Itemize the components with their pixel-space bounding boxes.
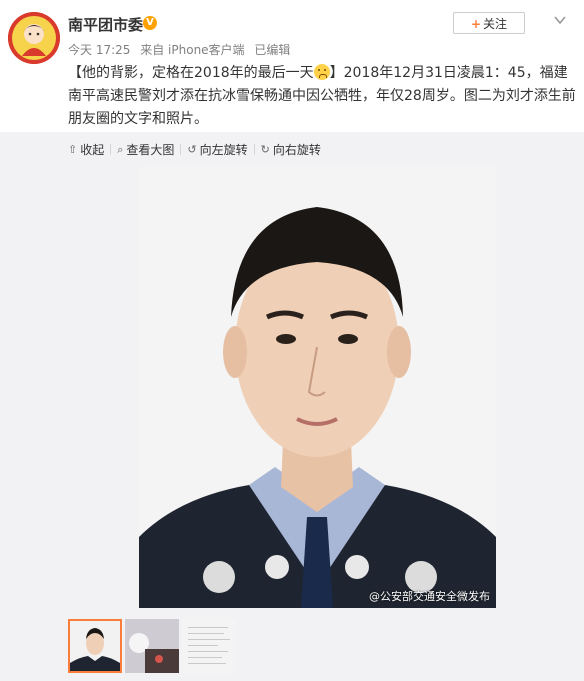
rotate-left-icon: ↺ <box>187 143 197 156</box>
thumbnail-3[interactable] <box>182 619 236 673</box>
search-icon: ⌕ <box>117 142 124 156</box>
post-time[interactable]: 今天 17:25 <box>68 43 130 57</box>
chevron-down-icon[interactable] <box>553 13 567 27</box>
follow-label: 关注 <box>483 17 508 31</box>
user-avatar[interactable] <box>8 12 60 64</box>
thumbnail-night-image <box>125 619 179 673</box>
text-line <box>188 633 224 634</box>
post-source[interactable]: 来自 iPhone客户端 <box>140 43 244 57</box>
post-meta: 今天 17:25 来自 iPhone客户端 已编辑 <box>68 41 296 58</box>
avatar-illustration <box>8 12 60 64</box>
weibo-post: 南平团市委 V 今天 17:25 来自 iPhone客户端 已编辑 + 关注 【他… <box>0 0 584 681</box>
follow-button[interactable]: + 关注 <box>453 12 525 34</box>
text-line <box>188 639 230 640</box>
thumbnail-1[interactable] <box>68 619 122 673</box>
view-large-label: 查看大图 <box>126 143 175 157</box>
media-toolbar: ⇧ 收起 ⌕ 查看大图 ↺ 向左旋转 ↻ 向右旋转 <box>68 141 327 158</box>
text-line <box>188 651 228 652</box>
verified-icon: V <box>143 16 157 30</box>
rotate-right-button[interactable]: ↻ 向右旋转 <box>255 141 327 158</box>
text-line <box>188 657 222 658</box>
thumbnail-portrait-image <box>70 621 120 671</box>
rotate-left-label: 向左旋转 <box>199 143 248 157</box>
rotate-left-button[interactable]: ↺ 向左旋转 <box>181 141 253 158</box>
rotate-right-icon: ↻ <box>260 143 270 156</box>
edited-label[interactable]: 已编辑 <box>254 43 290 57</box>
thumbnail-2[interactable] <box>125 619 179 673</box>
post-text-part1: 【他的背影，定格在2018年的最后一天 <box>68 65 314 81</box>
rotate-right-label: 向右旋转 <box>272 143 321 157</box>
view-large-button[interactable]: ⌕ 查看大图 <box>111 141 180 158</box>
collapse-icon: ⇧ <box>68 143 78 156</box>
main-photo[interactable] <box>139 167 496 608</box>
collapse-button[interactable]: ⇧ 收起 <box>68 141 110 158</box>
text-line <box>188 645 218 646</box>
photo-watermark: @公安部交通安全微发布 <box>369 590 490 603</box>
text-line <box>188 627 228 628</box>
username[interactable]: 南平团市委 <box>68 14 143 35</box>
crying-emoji-icon <box>313 64 330 80</box>
officer-portrait-image <box>139 167 496 608</box>
post-text: 【他的背影，定格在2018年的最后一天 】2018年12月31日凌晨1：45，福建… <box>68 62 578 131</box>
text-line <box>188 663 226 664</box>
plus-icon: + <box>470 17 482 31</box>
collapse-label: 收起 <box>80 143 105 157</box>
